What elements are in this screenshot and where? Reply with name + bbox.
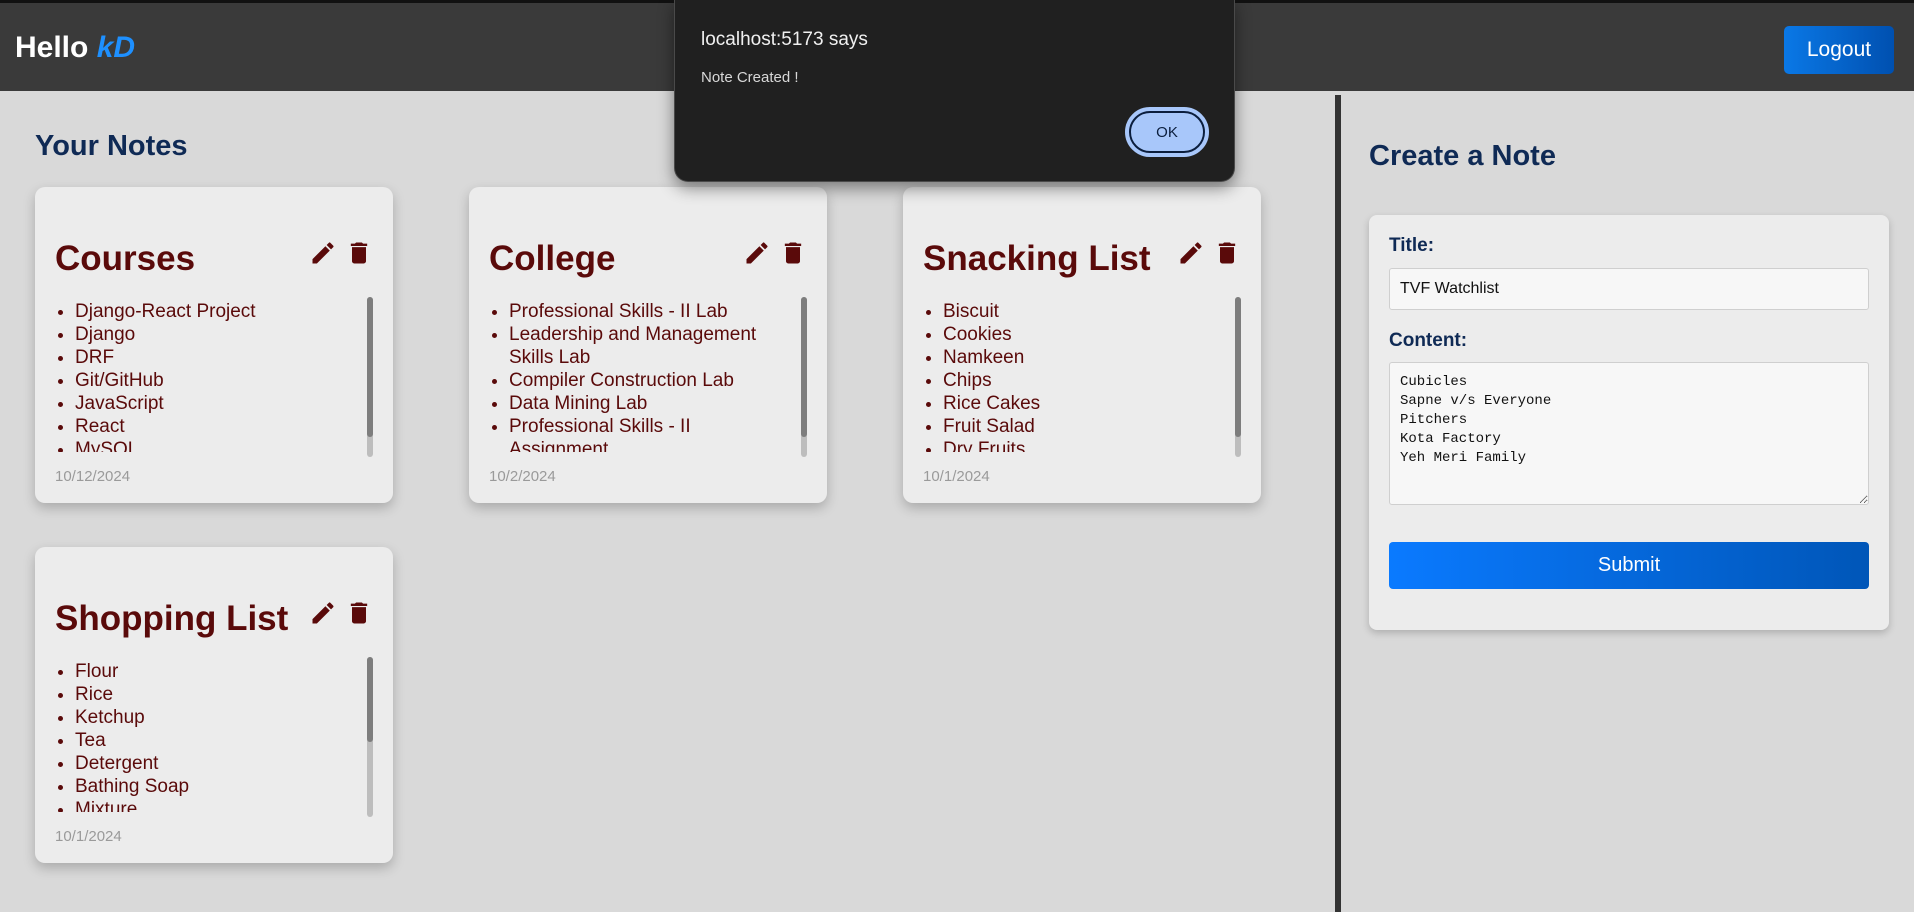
pencil-icon[interactable] <box>309 239 337 267</box>
list-item: Biscuit <box>943 300 1223 323</box>
scrollbar-thumb[interactable] <box>1235 297 1241 437</box>
note-card: Shopping List Flour Rice Ketchup Tea Det… <box>35 547 393 863</box>
list-item: Django <box>75 323 355 346</box>
section-divider <box>1335 95 1341 912</box>
list-item: Data Mining Lab <box>509 392 789 415</box>
list-item: Tea <box>75 729 355 752</box>
list-item: Chips <box>943 369 1223 392</box>
content-textarea[interactable]: Cubicles Sapne v/s Everyone Pitchers Kot… <box>1389 362 1869 505</box>
list-item: Bathing Soap <box>75 775 355 798</box>
note-card: Courses Django-React Project Django DRF … <box>35 187 393 503</box>
trash-icon[interactable] <box>345 239 373 267</box>
note-content[interactable]: Professional Skills - II Lab Leadership … <box>489 300 809 452</box>
scrollbar[interactable] <box>367 657 373 817</box>
note-card: College Professional Skills - II Lab Lea… <box>469 187 827 503</box>
content-label: Content: <box>1389 330 1468 351</box>
list-item: Namkeen <box>943 346 1223 369</box>
list-item: Mixture <box>75 798 355 812</box>
note-date: 10/1/2024 <box>55 828 122 845</box>
trash-icon[interactable] <box>779 239 807 267</box>
app-root: Hello kD Logout Your Notes Courses Djang… <box>0 0 1914 912</box>
list-item: Rice Cakes <box>943 392 1223 415</box>
trash-icon[interactable] <box>345 599 373 627</box>
scrollbar-thumb[interactable] <box>367 657 373 742</box>
scrollbar[interactable] <box>1235 297 1241 457</box>
scrollbar[interactable] <box>801 297 807 457</box>
create-note-heading: Create a Note <box>1369 140 1556 172</box>
note-content[interactable]: Django-React Project Django DRF Git/GitH… <box>55 300 375 452</box>
note-title: Snacking List <box>923 239 1151 278</box>
scrollbar-thumb[interactable] <box>367 297 373 437</box>
title-label: Title: <box>1389 235 1435 256</box>
list-item: Rice <box>75 683 355 706</box>
pencil-icon[interactable] <box>743 239 771 267</box>
alert-title: localhost:5173 says <box>701 29 868 50</box>
note-card: Snacking List Biscuit Cookies Namkeen Ch… <box>903 187 1261 503</box>
list-item: Compiler Construction Lab <box>509 369 789 392</box>
pencil-icon[interactable] <box>309 599 337 627</box>
list-item: Django-React Project <box>75 300 355 323</box>
scrollbar-thumb[interactable] <box>801 297 807 437</box>
title-input[interactable] <box>1389 268 1869 310</box>
list-item: Dry Fruits <box>943 438 1223 452</box>
note-content[interactable]: Biscuit Cookies Namkeen Chips Rice Cakes… <box>923 300 1243 452</box>
ok-button[interactable]: OK <box>1125 107 1209 157</box>
create-note-form: Title: Content: Cubicles Sapne v/s Every… <box>1369 215 1889 630</box>
list-item: Ketchup <box>75 706 355 729</box>
trash-icon[interactable] <box>1213 239 1241 267</box>
list-item: Cookies <box>943 323 1223 346</box>
submit-button[interactable]: Submit <box>1389 542 1869 589</box>
note-title: Courses <box>55 239 196 278</box>
note-date: 10/12/2024 <box>55 468 131 485</box>
logout-button[interactable]: Logout <box>1784 26 1894 74</box>
note-date: 10/2/2024 <box>489 468 556 485</box>
list-item: Fruit Salad <box>943 415 1223 438</box>
greeting-text: Hello <box>15 31 89 64</box>
list-item: MySQL <box>75 438 355 452</box>
list-item: Flour <box>75 660 355 683</box>
list-item: JavaScript <box>75 392 355 415</box>
list-item: DRF <box>75 346 355 369</box>
note-content[interactable]: Flour Rice Ketchup Tea Detergent Bathing… <box>55 660 375 812</box>
pencil-icon[interactable] <box>1177 239 1205 267</box>
list-item: React <box>75 415 355 438</box>
note-date: 10/1/2024 <box>923 468 990 485</box>
list-item: Leadership and Management Skills Lab <box>509 323 789 369</box>
notes-heading: Your Notes <box>35 130 188 162</box>
list-item: Professional Skills - II Assignment <box>509 415 789 452</box>
greeting: Hello kD <box>15 31 135 65</box>
scrollbar[interactable] <box>367 297 373 457</box>
list-item: Professional Skills - II Lab <box>509 300 789 323</box>
note-title: College <box>489 239 616 278</box>
list-item: Detergent <box>75 752 355 775</box>
alert-message: Note Created ! <box>701 69 799 86</box>
username: kD <box>96 31 136 64</box>
list-item: Git/GitHub <box>75 369 355 392</box>
note-title: Shopping List <box>55 599 289 638</box>
alert-dialog: localhost:5173 says Note Created ! OK <box>674 0 1235 182</box>
